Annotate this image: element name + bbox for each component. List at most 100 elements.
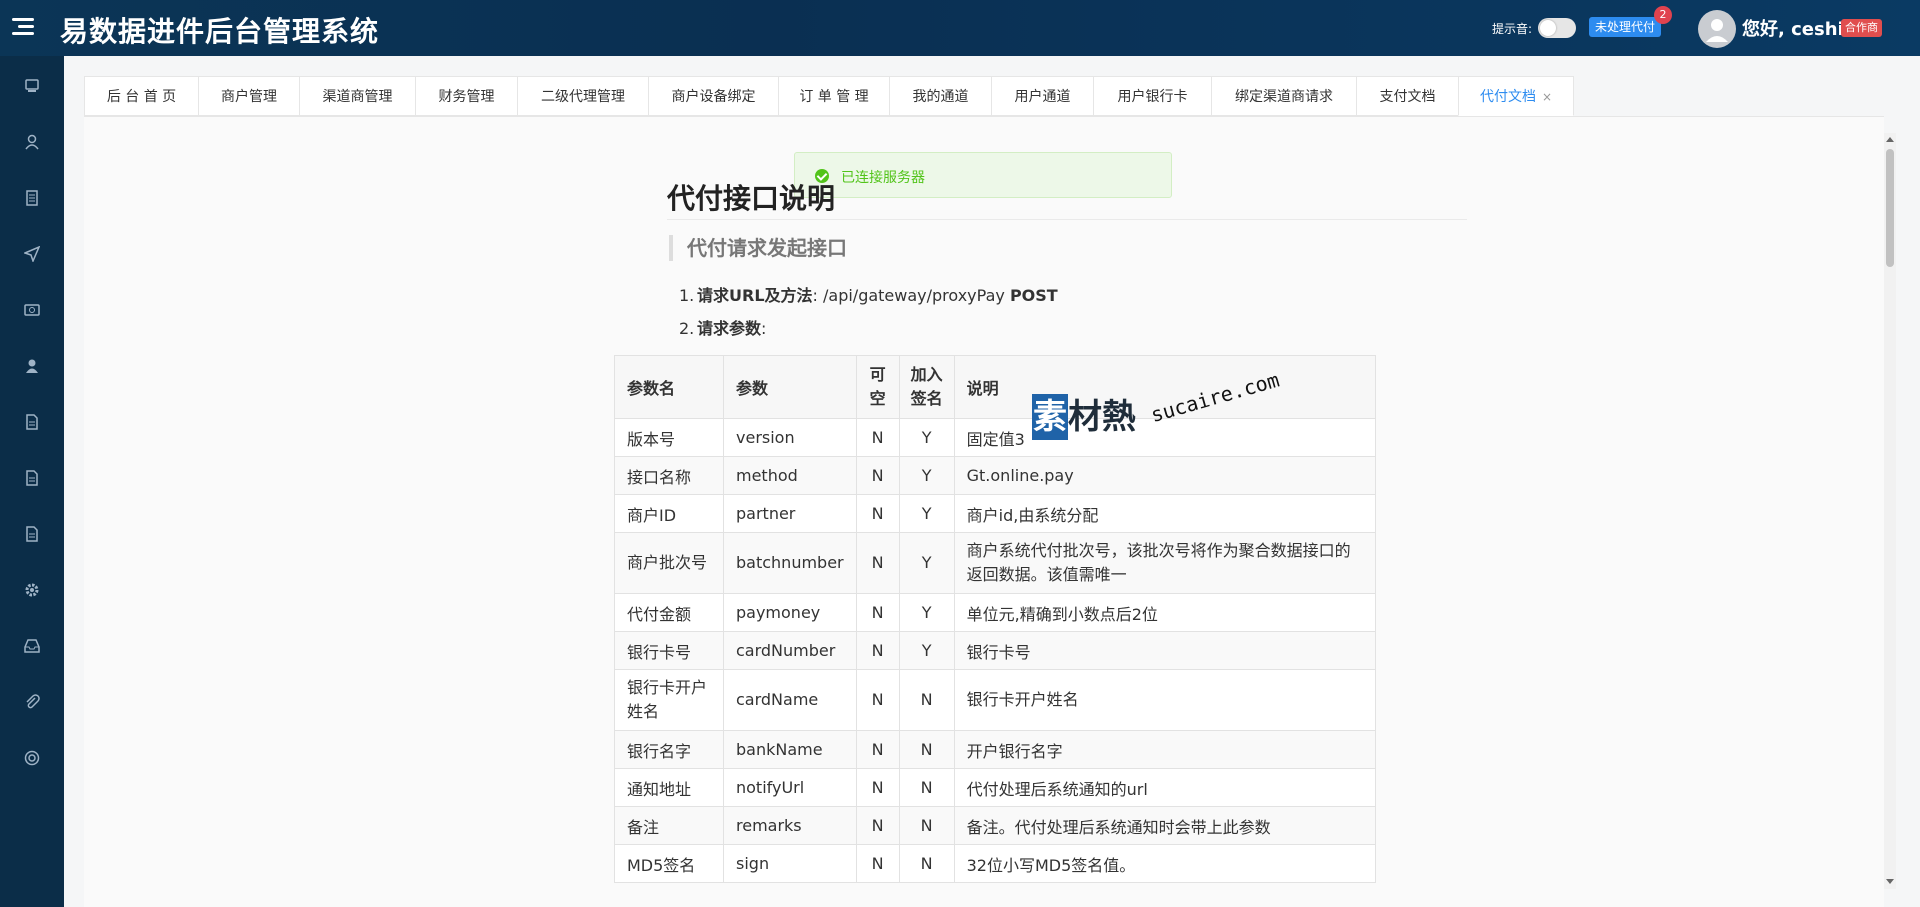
cell-desc: 银行卡号 bbox=[953, 631, 1376, 670]
person-icon[interactable] bbox=[22, 356, 42, 376]
cell-param: partner bbox=[723, 494, 857, 533]
settings-icon[interactable] bbox=[22, 580, 42, 600]
cell-sign: N bbox=[898, 806, 955, 845]
cell-nullable: N bbox=[855, 456, 900, 495]
cell-desc: 商户系统代付批次号，该批次号将作为聚合数据接口的返回数据。该值需唯一 bbox=[953, 532, 1376, 594]
tab-label: 订 单 管 理 bbox=[799, 89, 869, 105]
cell-name: 接口名称 bbox=[614, 456, 724, 495]
table-row: 代付金额 paymoney N Y 单位元,精确到小数点后2位 bbox=[614, 593, 1376, 632]
scrollbar[interactable] bbox=[1884, 133, 1896, 889]
cell-name: 备注 bbox=[614, 806, 724, 845]
tab-home[interactable]: 后 台 首 页 bbox=[84, 76, 199, 116]
label-separator: : bbox=[761, 319, 767, 338]
cell-sign: Y bbox=[898, 494, 955, 533]
cell-nullable: N bbox=[855, 593, 900, 632]
tab-channel[interactable]: 渠道商管理 bbox=[299, 76, 416, 116]
tab-bar: 后 台 首 页 商户管理 渠道商管理 财务管理 二级代理管理 商户设备绑定 订 … bbox=[84, 76, 1884, 117]
top-header: 易数据进件后台管理系统 提示音: 未处理代付 2 您好, ceshi1 合作商 bbox=[0, 0, 1920, 56]
cell-sign: N bbox=[898, 669, 955, 731]
app-title: 易数据进件后台管理系统 bbox=[60, 15, 380, 48]
table-row: 备注 remarks N N 备注。代付处理后系统通知时会带上此参数 bbox=[614, 806, 1376, 845]
http-method: POST bbox=[1009, 286, 1058, 305]
file-icon[interactable] bbox=[22, 468, 42, 488]
cell-param: remarks bbox=[723, 806, 857, 845]
tab-payout-doc[interactable]: 代付文档 × bbox=[1458, 76, 1574, 116]
cell-nullable: N bbox=[855, 418, 900, 457]
tab-label: 商户设备绑定 bbox=[671, 89, 756, 105]
payment-icon[interactable] bbox=[22, 300, 42, 320]
cell-nullable: N bbox=[855, 532, 900, 594]
cell-sign: Y bbox=[898, 418, 955, 457]
table-row: 接口名称 method N Y Gt.online.pay bbox=[614, 456, 1376, 495]
list-item: 1. 请求URL及方法: /api/gateway/proxyPay POST bbox=[679, 279, 1058, 312]
cell-nullable: N bbox=[855, 844, 900, 883]
cell-nullable: N bbox=[855, 631, 900, 670]
toggle-knob bbox=[1540, 20, 1556, 36]
tab-bind-request[interactable]: 绑定渠道商请求 bbox=[1211, 76, 1357, 116]
cell-param: notifyUrl bbox=[723, 768, 857, 807]
inbox-icon[interactable] bbox=[22, 636, 42, 656]
cell-sign: N bbox=[898, 844, 955, 883]
table-row: 商户批次号 batchnumber N Y 商户系统代付批次号，该批次号将作为聚… bbox=[614, 532, 1376, 594]
watermark-cn: 材熱 bbox=[1068, 397, 1136, 437]
cell-nullable: N bbox=[855, 806, 900, 845]
tab-label: 用户通道 bbox=[1014, 89, 1071, 105]
cell-nullable: N bbox=[855, 768, 900, 807]
attachment-icon[interactable] bbox=[22, 692, 42, 712]
cell-nullable: N bbox=[855, 669, 900, 731]
sound-label: 提示音: bbox=[1492, 22, 1533, 36]
cell-desc: 开户银行名字 bbox=[953, 730, 1376, 769]
tab-label: 渠道商管理 bbox=[322, 89, 393, 105]
pending-payout-button[interactable]: 未处理代付 bbox=[1589, 17, 1662, 37]
document-icon[interactable] bbox=[22, 188, 42, 208]
list-number: 2. bbox=[679, 319, 695, 338]
tab-user-channel[interactable]: 用户通道 bbox=[991, 76, 1094, 116]
cell-desc: Gt.online.pay bbox=[953, 456, 1376, 495]
cell-name: 商户批次号 bbox=[614, 532, 724, 594]
server-icon[interactable] bbox=[22, 76, 42, 96]
cell-name: 版本号 bbox=[614, 418, 724, 457]
col-nullable: 可空 bbox=[855, 355, 900, 419]
help-icon[interactable] bbox=[22, 748, 42, 768]
tab-label: 后 台 首 页 bbox=[106, 89, 177, 105]
cell-param: cardNumber bbox=[723, 631, 857, 670]
cell-sign: Y bbox=[898, 593, 955, 632]
close-icon[interactable]: × bbox=[1542, 90, 1552, 104]
cell-name: MD5签名 bbox=[614, 844, 724, 883]
tab-payment-doc[interactable]: 支付文档 bbox=[1356, 76, 1459, 116]
cell-desc: 商户id,由系统分配 bbox=[953, 494, 1376, 533]
menu-toggle-icon[interactable] bbox=[12, 14, 38, 40]
tab-my-channel[interactable]: 我的通道 bbox=[889, 76, 992, 116]
params-label: 请求参数 bbox=[697, 319, 762, 338]
file-icon[interactable] bbox=[22, 412, 42, 432]
cell-param: version bbox=[723, 418, 857, 457]
cell-name: 通知地址 bbox=[614, 768, 724, 807]
cell-sign: N bbox=[898, 730, 955, 769]
doc-content: 已连接服务器 代付接口说明 代付请求发起接口 1. 请求URL及方法: /api/… bbox=[84, 117, 1884, 907]
table-row: 银行卡号 cardNumber N Y 银行卡号 bbox=[614, 631, 1376, 670]
tab-agent[interactable]: 二级代理管理 bbox=[517, 76, 649, 116]
user-greeting[interactable]: 您好, ceshi1 bbox=[1742, 15, 1856, 41]
scroll-thumb[interactable] bbox=[1886, 149, 1894, 267]
cell-sign: N bbox=[898, 768, 955, 807]
send-icon[interactable] bbox=[22, 244, 42, 264]
file-icon[interactable] bbox=[22, 524, 42, 544]
avatar[interactable] bbox=[1698, 10, 1736, 48]
tab-label: 商户管理 bbox=[221, 89, 277, 105]
cell-desc: 单位元,精确到小数点后2位 bbox=[953, 593, 1376, 632]
tab-finance[interactable]: 财务管理 bbox=[415, 76, 518, 116]
cell-name: 银行卡号 bbox=[614, 631, 724, 670]
tab-label: 我的通道 bbox=[912, 89, 969, 105]
cell-param: method bbox=[723, 456, 857, 495]
scroll-down-icon[interactable] bbox=[1886, 879, 1894, 884]
user-icon[interactable] bbox=[22, 132, 42, 152]
scroll-up-icon[interactable] bbox=[1886, 137, 1894, 142]
api-url: /api/gateway/proxyPay bbox=[823, 286, 1005, 305]
tab-label: 代付文档 bbox=[1479, 89, 1536, 105]
sound-toggle[interactable] bbox=[1538, 18, 1576, 38]
tab-merchant[interactable]: 商户管理 bbox=[198, 76, 300, 116]
cell-param: cardName bbox=[723, 669, 857, 731]
tab-user-bank-card[interactable]: 用户银行卡 bbox=[1093, 76, 1212, 116]
tab-device[interactable]: 商户设备绑定 bbox=[648, 76, 779, 116]
tab-orders[interactable]: 订 单 管 理 bbox=[778, 76, 890, 116]
